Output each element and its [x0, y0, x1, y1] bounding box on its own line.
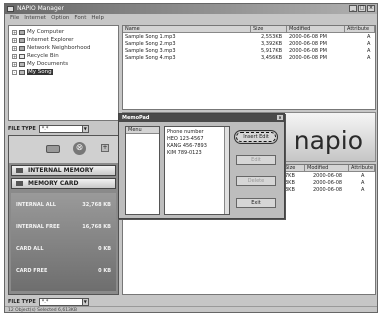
- delete-button[interactable]: Delete: [236, 176, 276, 186]
- file-type-filter-bottom: FILE TYPE *.* ▼: [8, 297, 119, 306]
- folder-tree: + My Computer + Internet Explorer + Netw…: [8, 25, 119, 121]
- dialog-title: MemoPad ×: [119, 114, 284, 122]
- scrollbar[interactable]: [224, 127, 229, 214]
- stat-internal-free: INTERNAL FREE 16,768 KB: [16, 224, 111, 230]
- expand-icon[interactable]: +: [12, 61, 17, 67]
- expand-icon[interactable]: -: [12, 69, 17, 75]
- disconnect-icon[interactable]: ⊗: [73, 142, 86, 155]
- device-connection-area: ⊗ +: [9, 136, 118, 163]
- pc-file-list: Name Size Modified Attribute Sample Song…: [122, 25, 376, 110]
- expand-icon[interactable]: +: [12, 29, 17, 35]
- network-icon: [19, 45, 25, 51]
- stat-internal-all: INTERNAL ALL 32,768 KB: [16, 202, 111, 208]
- memo-menu-header: Menu: [126, 127, 159, 134]
- tree-item-my-documents[interactable]: + My Documents: [12, 60, 115, 68]
- stat-card-free: CARD FREE 0 KB: [16, 268, 111, 274]
- column-header-size[interactable]: Size: [283, 165, 305, 172]
- menu-help[interactable]: Help: [91, 14, 104, 23]
- memory-card-button[interactable]: MEMORY CARD: [11, 178, 116, 189]
- list-item[interactable]: HEO 123-4567: [167, 136, 227, 143]
- tree-item-my-computer[interactable]: + My Computer: [12, 28, 115, 36]
- memo-content-list[interactable]: Phone number HEO 123-4567 KANG 456-7893 …: [164, 126, 230, 215]
- menu-option[interactable]: Option: [51, 14, 69, 23]
- exit-button[interactable]: Exit: [236, 198, 276, 208]
- stat-card-all: CARD ALL 0 KB: [16, 246, 111, 252]
- table-row[interactable]: Sample Song 1.mp3 2,553KB 2000-06-08 PM …: [123, 34, 375, 41]
- connect-plug-icon[interactable]: [46, 145, 60, 153]
- minimize-button[interactable]: _: [349, 5, 357, 12]
- file-type-label: FILE TYPE: [8, 298, 36, 305]
- table-row[interactable]: Sample Song 3.mp3 5,917KB 2000-06-08 PM …: [123, 48, 375, 55]
- expand-icon[interactable]: +: [12, 45, 17, 51]
- memory-stats: INTERNAL ALL 32,768 KB INTERNAL FREE 16,…: [11, 193, 116, 291]
- chevron-down-icon[interactable]: ▼: [81, 125, 88, 132]
- menu-font[interactable]: Font: [74, 14, 86, 23]
- folder-icon: [19, 61, 25, 67]
- table-row[interactable]: Sample Song 4.mp3 3,456KB 2000-06-08 PM …: [123, 55, 375, 62]
- recycle-bin-icon: [19, 53, 25, 59]
- memopad-dialog: MemoPad × Menu Phone number HEO 123-4567…: [118, 113, 285, 219]
- tree-item-recycle-bin[interactable]: + Recycle Bin: [12, 52, 115, 60]
- maximize-button[interactable]: □: [358, 5, 366, 12]
- menu-bar: File Internet Option Font Help: [5, 14, 377, 23]
- memo-menu-list: Menu: [125, 126, 160, 215]
- title-bar: NAPIO Manager _ □ ×: [5, 4, 377, 14]
- column-header-attribute[interactable]: Attribute: [345, 26, 375, 33]
- column-header-modified[interactable]: Modified: [305, 165, 349, 172]
- globe-icon: [19, 37, 25, 43]
- app-window: NAPIO Manager _ □ × File Internet Option…: [4, 3, 378, 313]
- tree-item-internet-explorer[interactable]: + Internet Explorer: [12, 36, 115, 44]
- menu-internet[interactable]: Internet: [24, 14, 46, 23]
- column-header-attribute[interactable]: Attribute: [349, 165, 375, 172]
- dialog-close-button[interactable]: ×: [277, 115, 283, 120]
- memory-chip-icon: [16, 168, 23, 173]
- window-title: NAPIO Manager: [17, 5, 64, 12]
- close-button[interactable]: ×: [367, 5, 375, 12]
- list-item[interactable]: KANG 456-7893: [167, 143, 227, 150]
- expand-icon[interactable]: +: [12, 53, 17, 59]
- device-panel: ⊗ + INTERNAL MEMORY MEMORY CARD INTERNAL…: [8, 135, 119, 295]
- tree-item-my-song[interactable]: - My Song: [12, 68, 115, 76]
- list-item[interactable]: Phone number: [167, 129, 227, 136]
- folder-icon: [19, 69, 25, 75]
- edit-button[interactable]: Edit: [236, 155, 276, 165]
- internal-memory-button[interactable]: INTERNAL MEMORY: [11, 165, 116, 176]
- table-row[interactable]: Sample Song 2.mp3 3,392KB 2000-06-08 PM …: [123, 41, 375, 48]
- column-header-name[interactable]: Name: [123, 26, 251, 33]
- memory-card-icon: [16, 181, 23, 186]
- status-bar: 12 Object(s) Selected 6,613KB: [5, 306, 377, 313]
- file-type-filter-top: FILE TYPE *.* ▼: [8, 124, 119, 133]
- column-header-modified[interactable]: Modified: [287, 26, 345, 33]
- menu-file[interactable]: File: [10, 14, 19, 23]
- file-type-select[interactable]: *.* ▼: [38, 297, 89, 306]
- app-icon: [7, 6, 14, 12]
- insert-edit-button[interactable]: Insert Edit: [234, 130, 278, 144]
- expand-icon[interactable]: +: [12, 37, 17, 43]
- chevron-down-icon[interactable]: ▼: [81, 298, 88, 305]
- file-type-label: FILE TYPE: [8, 125, 36, 132]
- napio-logo: napio: [293, 126, 363, 155]
- list-item[interactable]: KIM 789-0123: [167, 150, 227, 157]
- tree-item-network-neighborhood[interactable]: + Network Neighborhood: [12, 44, 115, 52]
- add-icon[interactable]: +: [101, 144, 109, 152]
- column-header-size[interactable]: Size: [251, 26, 287, 33]
- file-type-select[interactable]: *.* ▼: [38, 124, 89, 133]
- computer-icon: [19, 29, 25, 35]
